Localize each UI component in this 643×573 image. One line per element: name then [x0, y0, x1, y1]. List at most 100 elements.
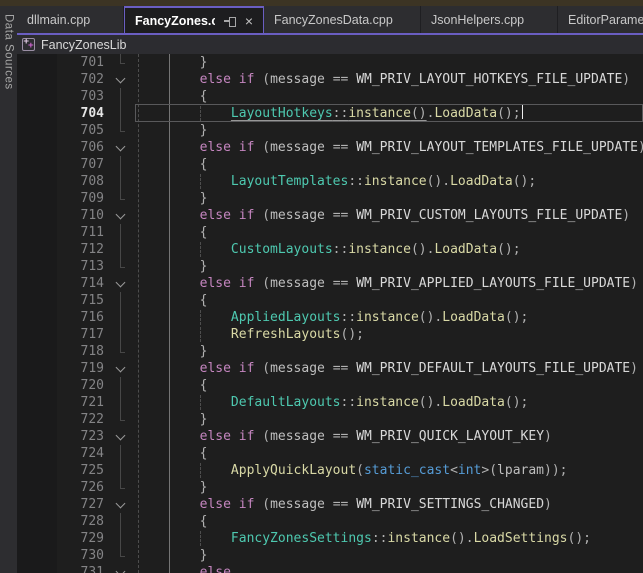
fold-margin[interactable] — [104, 275, 137, 292]
code-token — [137, 497, 200, 512]
tab-jsonhelpers-cpp[interactable]: JsonHelpers.cpp — [421, 6, 558, 33]
fold-margin[interactable] — [104, 428, 137, 445]
code-line[interactable]: 730 } — [17, 547, 643, 564]
chevron-down-icon[interactable] — [116, 430, 126, 440]
pin-icon[interactable] — [224, 15, 237, 27]
chevron-down-icon[interactable] — [116, 209, 126, 219]
code-editor[interactable]: 701 }702 else if (message == WM_PRIV_LAY… — [17, 54, 643, 573]
code-text[interactable]: } — [137, 547, 643, 564]
code-line[interactable]: 709 } — [17, 190, 643, 207]
tab-editorparamete[interactable]: EditorParamete — [558, 6, 643, 33]
code-text[interactable]: else if (message == WM_PRIV_CUSTOM_LAYOU… — [137, 207, 643, 224]
code-line[interactable]: 702 else if (message == WM_PRIV_LAYOUT_H… — [17, 71, 643, 88]
code-text[interactable]: else if (message == WM_PRIV_DEFAULT_LAYO… — [137, 360, 643, 377]
fold-margin[interactable] — [104, 139, 137, 156]
chevron-down-icon[interactable] — [116, 141, 126, 151]
code-text[interactable]: DefaultLayouts::instance().LoadData(); — [137, 394, 643, 411]
tool-window-tab-data-sources[interactable]: Data Sources — [0, 6, 17, 573]
code-token: (). — [411, 242, 434, 257]
code-text[interactable]: else if (message == WM_PRIV_SETTINGS_CHA… — [137, 496, 643, 513]
code-line[interactable]: 711 { — [17, 224, 643, 241]
chevron-down-icon[interactable] — [116, 362, 126, 372]
code-line[interactable]: 720 { — [17, 377, 643, 394]
code-token: static_cast — [364, 463, 450, 478]
code-line[interactable]: 721 DefaultLayouts::instance().LoadData(… — [17, 394, 643, 411]
chevron-down-icon[interactable] — [116, 277, 126, 287]
code-line[interactable]: 718 } — [17, 343, 643, 360]
code-line[interactable]: 712 CustomLayouts::instance().LoadData()… — [17, 241, 643, 258]
code-text[interactable]: } — [137, 54, 643, 71]
code-token: < — [450, 463, 458, 478]
chevron-down-icon[interactable] — [116, 566, 126, 573]
code-line[interactable]: 706 else if (message == WM_PRIV_LAYOUT_T… — [17, 139, 643, 156]
fold-extent-line — [120, 292, 121, 309]
code-line[interactable]: 722 } — [17, 411, 643, 428]
code-line[interactable]: 715 { — [17, 292, 643, 309]
code-text[interactable]: { — [137, 445, 643, 462]
code-token: ) — [630, 276, 638, 291]
code-line[interactable]: 714 else if (message == WM_PRIV_APPLIED_… — [17, 275, 643, 292]
fold-margin[interactable] — [104, 71, 137, 88]
code-text[interactable]: AppliedLayouts::instance().LoadData(); — [137, 309, 643, 326]
code-text[interactable]: { — [137, 224, 643, 241]
code-text[interactable]: else if (message == WM_PRIV_LAYOUT_HOTKE… — [137, 71, 643, 88]
code-text[interactable]: } — [137, 479, 643, 496]
code-text[interactable]: else — [137, 564, 643, 573]
fold-margin[interactable] — [104, 564, 137, 573]
fold-margin[interactable] — [104, 207, 137, 224]
code-text[interactable]: else if (message == WM_PRIV_LAYOUT_TEMPL… — [137, 139, 643, 156]
code-token: lparam — [497, 463, 544, 478]
chevron-down-icon[interactable] — [116, 73, 126, 83]
code-token: WM_PRIV_SETTINGS_CHANGED — [356, 497, 544, 512]
code-line[interactable]: 716 AppliedLayouts::instance().LoadData(… — [17, 309, 643, 326]
fold-margin[interactable] — [104, 496, 137, 513]
code-token: { — [137, 514, 207, 529]
tab-dllmain-cpp[interactable]: dllmain.cpp — [17, 6, 124, 33]
code-text[interactable]: { — [137, 292, 643, 309]
code-line[interactable]: 703 { — [17, 88, 643, 105]
code-text[interactable]: else if (message == WM_PRIV_APPLIED_LAYO… — [137, 275, 643, 292]
code-line[interactable]: 701 } — [17, 54, 643, 71]
code-line[interactable]: 724 { — [17, 445, 643, 462]
code-line[interactable]: 728 { — [17, 513, 643, 530]
close-icon[interactable]: × — [245, 15, 253, 27]
code-text[interactable]: } — [137, 411, 643, 428]
code-line[interactable]: 713 } — [17, 258, 643, 275]
code-text[interactable]: LayoutHotkeys::instance().LoadData(); — [137, 105, 643, 122]
code-text[interactable]: ApplyQuickLayout(static_cast<int>(lparam… — [137, 462, 643, 479]
breadcrumb[interactable]: ++ FancyZonesLib — [17, 35, 643, 54]
breadcrumb-project-label[interactable]: FancyZonesLib — [41, 38, 126, 52]
code-token: instance — [356, 310, 419, 325]
code-text[interactable]: RefreshLayouts(); — [137, 326, 643, 343]
code-text[interactable]: { — [137, 156, 643, 173]
code-text[interactable]: CustomLayouts::instance().LoadData(); — [137, 241, 643, 258]
code-line[interactable]: 704 LayoutHotkeys::instance().LoadData()… — [17, 105, 643, 122]
code-text[interactable]: } — [137, 343, 643, 360]
code-text[interactable]: } — [137, 258, 643, 275]
chevron-down-icon[interactable] — [116, 498, 126, 508]
code-text[interactable]: { — [137, 513, 643, 530]
code-line[interactable]: 725 ApplyQuickLayout(static_cast<int>(lp… — [17, 462, 643, 479]
code-line[interactable]: 729 FancyZonesSettings::instance().LoadS… — [17, 530, 643, 547]
code-line[interactable]: 705 } — [17, 122, 643, 139]
code-text[interactable]: FancyZonesSettings::instance().LoadSetti… — [137, 530, 643, 547]
code-text[interactable]: { — [137, 377, 643, 394]
code-line[interactable]: 719 else if (message == WM_PRIV_DEFAULT_… — [17, 360, 643, 377]
tab-fancyzones-cpp[interactable]: FancyZones.cpp× — [124, 6, 264, 33]
tab-fancyzonesdata-cpp[interactable]: FancyZonesData.cpp — [264, 6, 421, 33]
code-line[interactable]: 731 else — [17, 564, 643, 573]
code-text[interactable]: } — [137, 190, 643, 207]
code-text[interactable]: { — [137, 88, 643, 105]
code-text[interactable]: else if (message == WM_PRIV_QUICK_LAYOUT… — [137, 428, 643, 445]
fold-margin[interactable] — [104, 360, 137, 377]
code-line[interactable]: 717 RefreshLayouts(); — [17, 326, 643, 343]
code-token: :: — [341, 310, 357, 325]
code-line[interactable]: 707 { — [17, 156, 643, 173]
code-line[interactable]: 710 else if (message == WM_PRIV_CUSTOM_L… — [17, 207, 643, 224]
code-line[interactable]: 723 else if (message == WM_PRIV_QUICK_LA… — [17, 428, 643, 445]
code-text[interactable]: } — [137, 122, 643, 139]
code-line[interactable]: 727 else if (message == WM_PRIV_SETTINGS… — [17, 496, 643, 513]
code-line[interactable]: 708 LayoutTemplates::instance().LoadData… — [17, 173, 643, 190]
code-text[interactable]: LayoutTemplates::instance().LoadData(); — [137, 173, 643, 190]
code-line[interactable]: 726 } — [17, 479, 643, 496]
